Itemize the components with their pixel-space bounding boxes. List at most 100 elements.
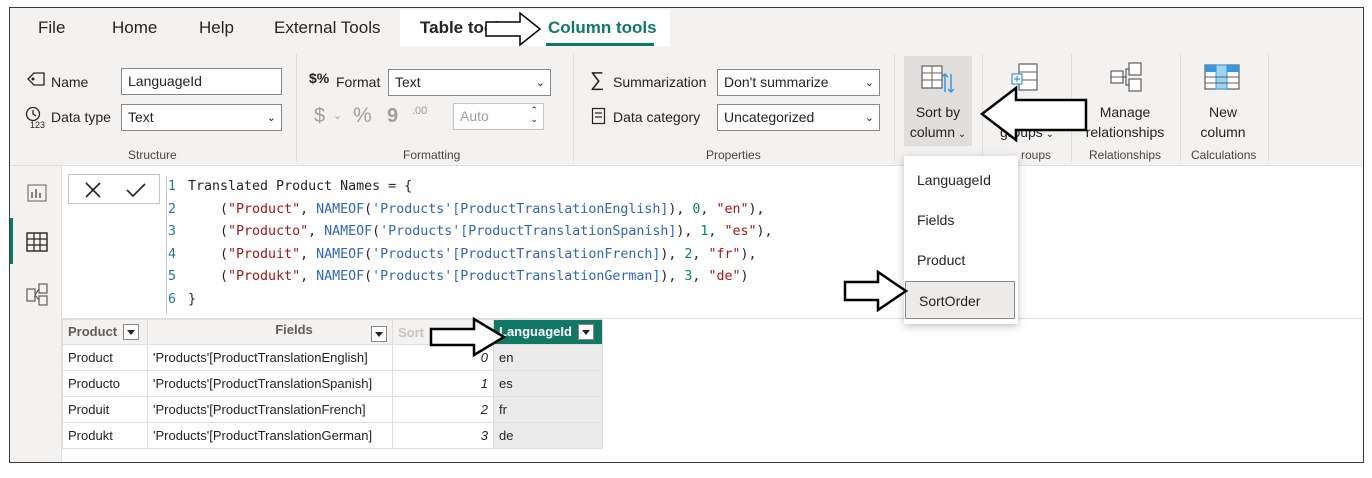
cell[interactable]: Producto <box>62 370 148 397</box>
table-row[interactable]: Product 'Products'[ProductTranslationEng… <box>62 344 603 371</box>
cell[interactable]: de <box>493 422 603 449</box>
menu-item-languageid[interactable]: LanguageId <box>904 161 1018 199</box>
table-row[interactable]: Producto 'Products'[ProductTranslationSp… <box>62 370 603 397</box>
divider <box>1180 54 1181 162</box>
data-type-value: Text <box>128 109 154 125</box>
menu-item-product[interactable]: Product <box>904 241 1018 279</box>
code-end: ), <box>756 224 773 239</box>
chevron-down-icon[interactable]: ⌄ <box>333 109 342 122</box>
data-category-select[interactable]: Uncategorized ⌄ <box>717 104 880 131</box>
name-label: Name <box>51 74 89 90</box>
format-select[interactable]: Text ⌄ <box>388 69 551 96</box>
column-header-label: Product <box>68 323 118 339</box>
spinner-icon[interactable]: ⌃ ⌄ <box>530 106 538 124</box>
cell[interactable]: es <box>493 370 603 397</box>
tab-file[interactable]: File <box>38 18 65 38</box>
cell[interactable]: Produkt <box>62 422 148 449</box>
column-header-languageid[interactable]: LanguageId <box>493 319 603 345</box>
cell[interactable]: 'Products'[ProductTranslationEnglish] <box>147 344 393 371</box>
filter-dropdown-icon[interactable] <box>577 324 594 341</box>
cell[interactable]: 'Products'[ProductTranslationGerman] <box>147 422 393 449</box>
new-column-icon <box>1204 64 1240 90</box>
chevron-down-icon: ⌄ <box>266 112 276 124</box>
menu-item-sortorder[interactable]: SortOrder <box>905 281 1015 319</box>
code-number: 1 <box>700 224 709 239</box>
filter-dropdown-icon[interactable] <box>123 324 140 341</box>
tab-home[interactable]: Home <box>112 18 157 38</box>
tab-column-tools[interactable]: Column tools <box>548 18 657 38</box>
data-category-value: Uncategorized <box>724 109 815 125</box>
format-label: Format <box>336 74 381 90</box>
column-header-label: Sort <box>398 324 424 340</box>
column-header-product[interactable]: Product <box>62 319 148 345</box>
decimal-places-input[interactable]: Auto ⌃ ⌄ <box>453 103 544 130</box>
ribbon: File Home Help External Tools Table tool… <box>10 8 1363 166</box>
comma-style-button[interactable]: 9 <box>387 105 398 128</box>
group-label-properties: Properties <box>706 148 761 162</box>
filter-dropdown-icon[interactable] <box>371 326 387 342</box>
menu-item-fields[interactable]: Fields <box>904 201 1018 239</box>
line-number: 5 <box>168 269 177 284</box>
cell[interactable]: Product <box>62 344 148 371</box>
summarization-label: Summarization <box>613 74 707 90</box>
active-tab-indicator <box>546 43 654 46</box>
cell[interactable]: 'Products'[ProductTranslationSpanish] <box>147 370 393 397</box>
formula-commit-buttons <box>68 174 160 204</box>
data-type-select[interactable]: Text ⌄ <box>121 104 282 131</box>
code-string: "en" <box>716 201 749 217</box>
dax-editor[interactable]: 1 Translated Product Names = {2 ("Product… <box>168 176 772 311</box>
code-string: "Producto" <box>228 224 309 239</box>
cell[interactable]: 3 <box>392 422 494 449</box>
table-row[interactable]: Produit 'Products'[ProductTranslationFre… <box>62 396 603 423</box>
tab-external-tools[interactable]: External Tools <box>274 18 380 38</box>
sort-by-label-1: Sort by <box>915 104 961 120</box>
view-sidebar <box>10 166 62 462</box>
format-icon: $% <box>309 70 330 86</box>
table-row[interactable]: Produkt 'Products'[ProductTranslationGer… <box>62 422 603 449</box>
tag-icon <box>27 72 45 86</box>
currency-button[interactable]: $ <box>314 105 325 128</box>
new-column-label-2: column <box>1200 124 1246 140</box>
chevron-down-icon: ⌄ <box>864 77 874 89</box>
code-string: "Produkt" <box>228 269 301 284</box>
divider <box>894 54 895 162</box>
report-view-icon[interactable] <box>27 184 47 202</box>
sort-by-label-2: column <box>909 124 955 140</box>
code-function: NAMEOF <box>316 246 365 262</box>
divider <box>1268 54 1269 162</box>
summation-icon: ∑ <box>590 69 605 91</box>
code-function: NAMEOF <box>316 269 365 284</box>
app-window: File Home Help External Tools Table tool… <box>9 7 1364 463</box>
new-column-button[interactable]: New column <box>1182 56 1264 146</box>
divider <box>296 54 297 162</box>
cell[interactable]: 2 <box>392 396 494 423</box>
cell[interactable]: Produit <box>62 396 148 423</box>
line-number: 1 <box>168 179 177 194</box>
cell[interactable]: 1 <box>392 370 494 397</box>
cell[interactable]: en <box>493 344 603 371</box>
data-grid: Product Fields Sort LanguageId Product '… <box>62 317 1363 462</box>
line-number: 3 <box>168 224 177 239</box>
divider <box>573 54 574 162</box>
checkmark-icon[interactable] <box>125 181 147 199</box>
tab-help[interactable]: Help <box>199 18 234 38</box>
group-label-calculations: Calculations <box>1191 148 1257 162</box>
percent-button[interactable]: % <box>353 104 372 128</box>
line-number: 2 <box>168 201 177 217</box>
sort-by-column-icon <box>921 65 955 94</box>
group-label-formatting: Formatting <box>403 148 461 162</box>
column-header-label: Fields <box>275 322 313 337</box>
data-type-icon: 123 <box>25 106 45 129</box>
code-arg: 'Products'[ProductTranslationEnglish] <box>372 201 669 217</box>
sort-by-column-button[interactable]: Sort by column ⌄ <box>904 56 972 146</box>
summarization-select[interactable]: Don't summarize ⌄ <box>717 69 880 96</box>
cell[interactable]: fr <box>493 396 603 423</box>
annotation-arrow-icon <box>485 11 542 47</box>
decimal-places-button[interactable]: .00 <box>412 105 427 117</box>
column-header-fields[interactable]: Fields <box>147 319 393 345</box>
model-view-icon[interactable] <box>26 283 48 307</box>
name-input[interactable]: LanguageId <box>121 68 282 95</box>
cell[interactable]: 'Products'[ProductTranslationFrench] <box>147 396 393 423</box>
table-view-icon[interactable] <box>26 232 48 252</box>
close-icon[interactable] <box>84 181 102 199</box>
